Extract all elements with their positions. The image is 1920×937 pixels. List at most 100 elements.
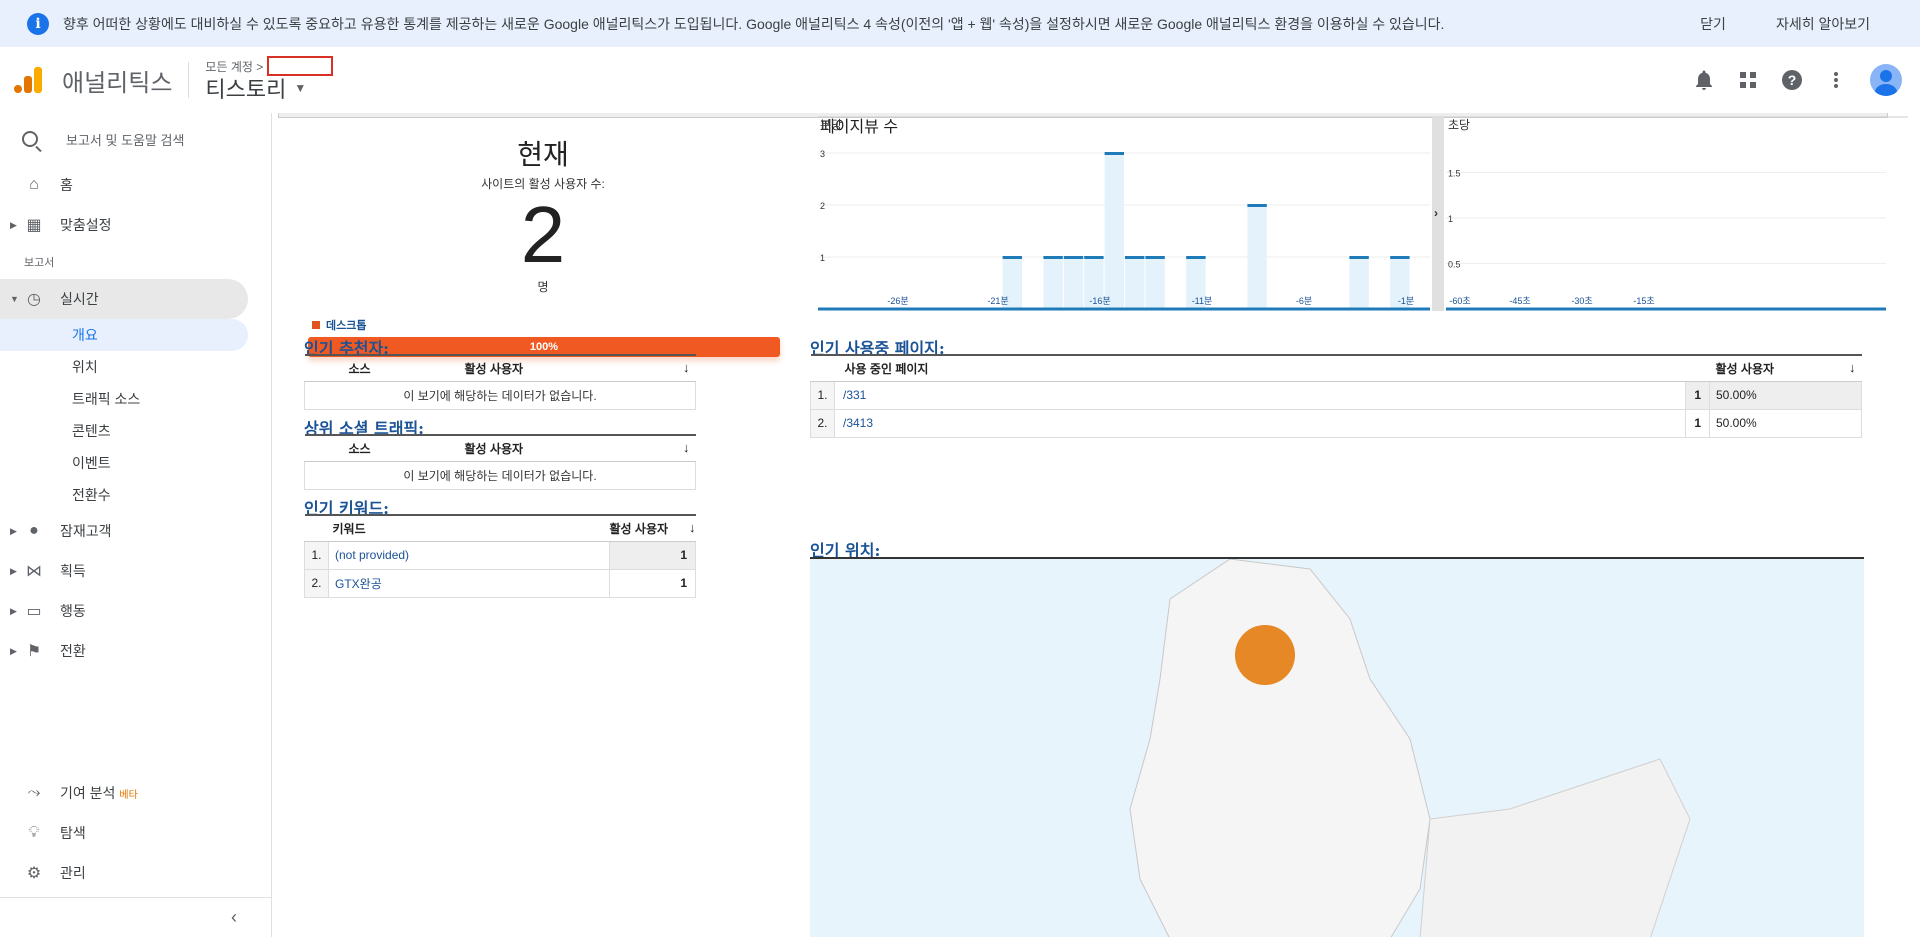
x-tick-label: -15초 bbox=[1633, 296, 1654, 306]
acquisition-icon: ⋈ bbox=[26, 563, 42, 580]
caret-down-icon: ▼ bbox=[294, 81, 307, 95]
sidebar-item-behavior[interactable]: ▶ ▭ 행동 bbox=[0, 591, 271, 631]
expand-arrow-icon: ▶ bbox=[10, 525, 17, 536]
banner-dismiss-button[interactable]: 닫기 bbox=[1700, 14, 1726, 34]
keyword-users: 1 bbox=[609, 568, 696, 598]
locations-map[interactable] bbox=[810, 557, 1864, 937]
page-users: 1 bbox=[1685, 408, 1710, 438]
pageviews-chart: 분당 3 2 1 -26분 -21분 -16분 -11분 -6분 -1분 › 초당 1.5 1 0.5 -60… bbox=[818, 116, 1908, 311]
sidebar-item-realtime[interactable]: ▼ ◷ 실시간 bbox=[0, 279, 248, 319]
keywords-table: 키워드 활성 사용자 ↓ 1. (not provided) 1 2. GTX완공… bbox=[304, 514, 696, 598]
col-active-users[interactable]: 활성 사용자 ↓ bbox=[464, 354, 696, 382]
sidebar-search[interactable]: 보고서 및 도움말 검색 bbox=[0, 113, 271, 165]
keyword-users: 1 bbox=[609, 540, 696, 570]
social-table: 소스 활성 사용자 ↓ 이 보기에 해당하는 데이터가 없습니다. bbox=[304, 434, 696, 490]
col-keyword[interactable]: 키워드 bbox=[328, 514, 610, 542]
app-name: 애널리틱스 bbox=[62, 69, 173, 97]
y-tick-label: 1 bbox=[820, 253, 825, 263]
sidebar-subitem-content[interactable]: 콘텐츠 bbox=[0, 415, 271, 447]
y-tick-label: 0.5 bbox=[1448, 260, 1461, 270]
pageview-bar-cap bbox=[1063, 256, 1084, 259]
sidebar-item-label: 맞춤설정 bbox=[60, 217, 112, 233]
col-active-users[interactable]: 활성 사용자 ↓ bbox=[609, 514, 696, 542]
pageview-bar-cap bbox=[1390, 256, 1410, 259]
now-title: 현재 bbox=[517, 139, 569, 170]
sidebar-item-customization[interactable]: ▶ ▦ 맞춤설정 bbox=[0, 205, 271, 245]
y-tick-label: 1 bbox=[1448, 214, 1453, 224]
sidebar-subitem-events[interactable]: 이벤트 bbox=[0, 447, 271, 479]
attribution-icon: ⤳ bbox=[27, 784, 41, 801]
sidebar-item-conversions[interactable]: ▶ ⚑ 전환 bbox=[0, 631, 271, 671]
row-index: 1. bbox=[304, 540, 329, 570]
x-tick-label: -26분 bbox=[887, 296, 908, 306]
sidebar-item-attribution[interactable]: ⤳ 기여 분석 베타 bbox=[0, 773, 271, 813]
sidebar-item-label: 획득 bbox=[60, 563, 86, 579]
sidebar-item-audience[interactable]: ▶ ● 잠재고객 bbox=[0, 511, 271, 551]
expand-arrow-icon: ▶ bbox=[10, 565, 17, 576]
keyword-link[interactable]: GTX완공 bbox=[328, 568, 610, 598]
pageview-bar-cap bbox=[1349, 256, 1369, 259]
sidebar-item-label: 전환 bbox=[60, 643, 86, 659]
gear-icon: ⚙ bbox=[26, 865, 42, 882]
x-tick-label: -60초 bbox=[1449, 296, 1470, 306]
sidebar-item-acquisition[interactable]: ▶ ⋈ 획득 bbox=[0, 551, 271, 591]
page-percent: 50.00% bbox=[1709, 380, 1862, 410]
account-selector[interactable]: 모든 계정 > 티스토리 ▼ bbox=[205, 56, 334, 104]
pageview-bar bbox=[1043, 257, 1063, 309]
col-page[interactable]: 사용 중인 페이지 bbox=[834, 354, 1686, 382]
banner-message: 향후 어떠한 상황에도 대비하실 수 있도록 중요하고 유용한 통계를 제공하는… bbox=[63, 15, 1445, 32]
sidebar-subitem-conversions[interactable]: 전환수 bbox=[0, 479, 271, 511]
sort-down-icon[interactable]: ↓ bbox=[683, 360, 690, 375]
x-tick-label: -11분 bbox=[1192, 296, 1213, 306]
sidebar-item-home[interactable]: ⌂ 홈 bbox=[0, 165, 271, 205]
sort-down-icon[interactable]: ↓ bbox=[683, 440, 690, 455]
chevron-left-icon: ‹ bbox=[231, 907, 237, 927]
row-index: 1. bbox=[810, 380, 835, 410]
sidebar-item-label: 홈 bbox=[60, 177, 73, 193]
sidebar-item-discover[interactable]: 💡︎ 탐색 bbox=[0, 813, 271, 853]
flag-icon: ⚑ bbox=[26, 643, 42, 660]
col-source[interactable]: 소스 bbox=[304, 354, 465, 382]
active-users-card: 현재 사이트의 활성 사용자 수: 2 명 bbox=[302, 133, 784, 295]
collapse-sidebar-button[interactable]: ‹ bbox=[0, 897, 271, 937]
bell-icon[interactable] bbox=[1692, 68, 1716, 92]
sidebar-item-admin[interactable]: ⚙ 관리 bbox=[0, 853, 271, 893]
sidebar-item-label: 탐색 bbox=[60, 825, 86, 841]
banner-learn-more-link[interactable]: 자세히 알아보기 bbox=[1776, 14, 1870, 34]
keyword-link[interactable]: (not provided) bbox=[328, 540, 610, 570]
collapse-arrow-icon: ▼ bbox=[10, 294, 19, 304]
page-link[interactable]: /3413 bbox=[834, 408, 1686, 438]
pageview-bar-cap bbox=[1145, 256, 1165, 259]
help-icon[interactable]: ? bbox=[1780, 68, 1804, 92]
avatar[interactable] bbox=[1870, 64, 1902, 96]
col-source[interactable]: 소스 bbox=[304, 434, 465, 462]
more-vert-icon[interactable] bbox=[1824, 68, 1848, 92]
x-tick-label: -45초 bbox=[1509, 296, 1530, 306]
referrals-table: 소스 활성 사용자 ↓ 이 보기에 해당하는 데이터가 없습니다. bbox=[304, 354, 696, 410]
sort-down-icon[interactable]: ↓ bbox=[1849, 360, 1856, 375]
sidebar-subitem-overview[interactable]: 개요 bbox=[0, 319, 248, 351]
per-second-label: 초당 bbox=[1448, 118, 1470, 132]
app-header: 애널리틱스 모든 계정 > 티스토리 ▼ ? bbox=[0, 47, 1920, 113]
sort-down-icon[interactable]: ↓ bbox=[689, 520, 696, 535]
location-marker[interactable] bbox=[1235, 625, 1295, 685]
apps-grid-icon[interactable] bbox=[1736, 68, 1760, 92]
pageview-bar-cap bbox=[1104, 152, 1124, 155]
sidebar-subitem-traffic-sources[interactable]: 트래픽 소스 bbox=[0, 383, 271, 415]
row-index: 2. bbox=[304, 568, 329, 598]
property-selector[interactable]: 티스토리 ▼ bbox=[205, 72, 333, 104]
home-icon: ⌂ bbox=[29, 176, 39, 193]
main-content: 현재 사이트의 활성 사용자 수: 2 명 데스크톱 100% 페이지뷰 수 분… bbox=[272, 113, 1908, 937]
pageview-bar bbox=[1125, 257, 1145, 309]
property-name: 티스토리 bbox=[205, 77, 287, 102]
pageview-bar bbox=[1063, 257, 1084, 309]
col-active-users[interactable]: 활성 사용자 ↓ bbox=[1709, 354, 1862, 382]
device-legend: 데스크톱 bbox=[312, 317, 366, 333]
peninsula-shape bbox=[1129, 559, 1431, 937]
analytics-logo[interactable] bbox=[14, 65, 44, 95]
sidebar-subitem-locations[interactable]: 위치 bbox=[0, 351, 271, 383]
col-active-users[interactable]: 활성 사용자 ↓ bbox=[464, 434, 696, 462]
active-users-count: 2 bbox=[520, 190, 566, 279]
page-link[interactable]: /331 bbox=[834, 380, 1686, 410]
row-index: 2. bbox=[810, 408, 835, 438]
